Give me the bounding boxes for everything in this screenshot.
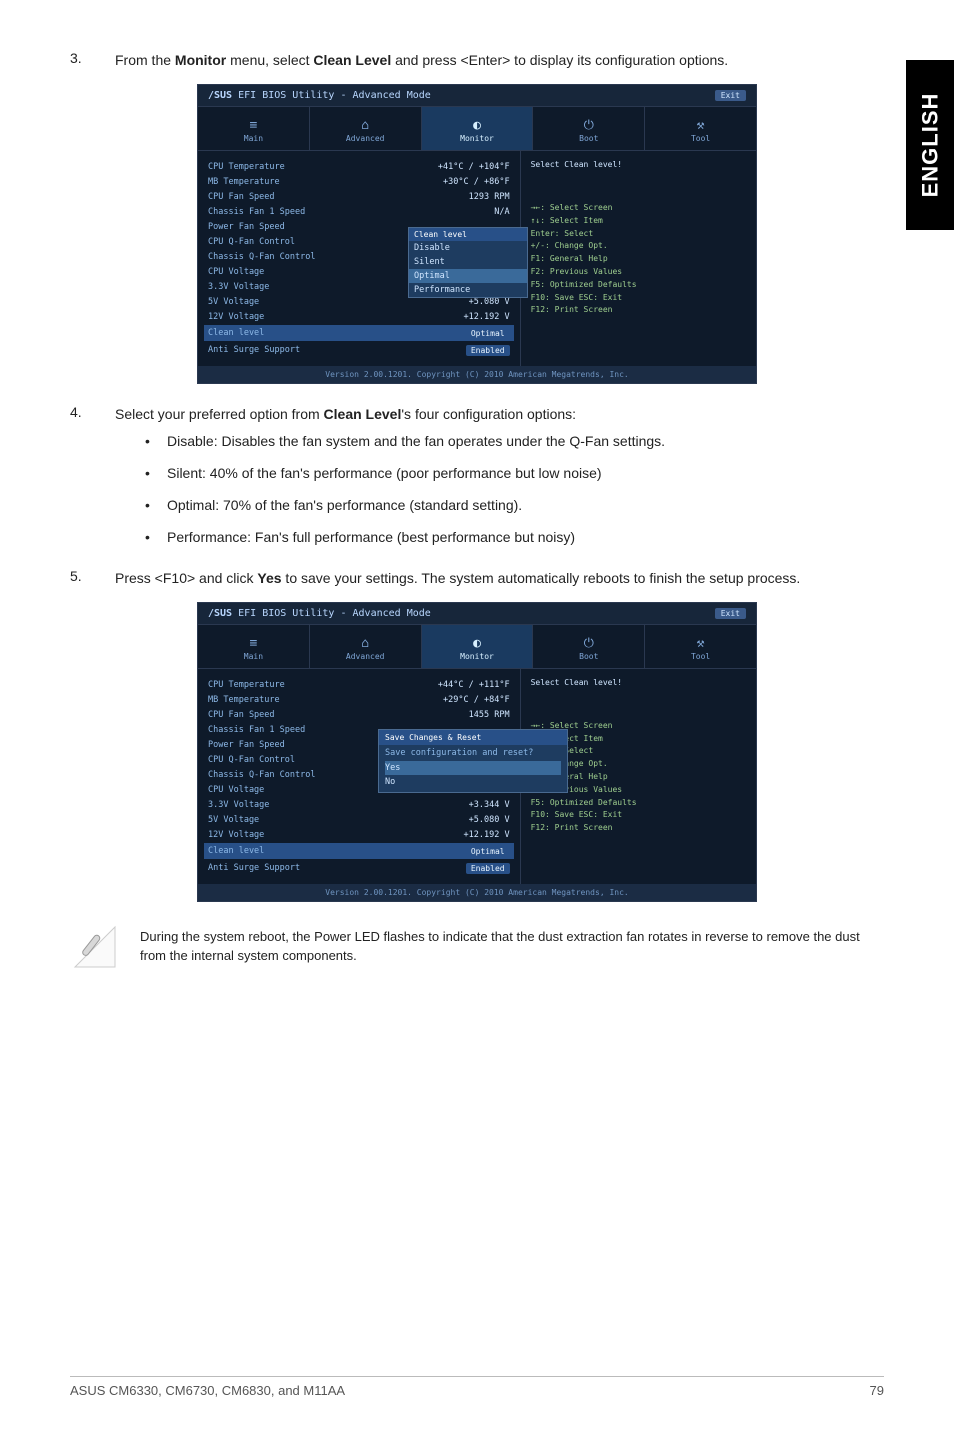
bullet-item: Optimal: 70% of the fan's performance (s… [145, 495, 884, 515]
help-line: F12: Print Screen [531, 822, 746, 835]
bios-row[interactable]: Clean levelOptimal [204, 843, 514, 859]
step-number: 4. [70, 404, 115, 559]
page-number: 79 [870, 1383, 884, 1398]
chip-icon: ⌂ [361, 119, 369, 132]
help-line: F12: Print Screen [531, 304, 746, 317]
dialog-message: Save configuration and reset? [385, 748, 561, 758]
bullet-item: Disable: Disables the fan system and the… [145, 431, 884, 451]
tab-monitor[interactable]: ◐Monitor [422, 625, 534, 668]
gauge-icon: ◐ [473, 119, 481, 132]
bios-screenshot-2: /SUS EFI BIOS Utility - Advanced Mode Ex… [197, 602, 757, 902]
note-callout: During the system reboot, the Power LED … [70, 922, 884, 972]
bullet-item: Performance: Fan's full performance (bes… [145, 527, 884, 547]
step-number: 5. [70, 568, 115, 588]
tool-icon: ⚒ [697, 119, 705, 132]
step-body: Press <F10> and click Yes to save your s… [115, 568, 884, 588]
bios-screenshot-1: /SUS EFI BIOS Utility - Advanced Mode Ex… [197, 84, 757, 384]
bios-header: /SUS EFI BIOS Utility - Advanced Mode Ex… [198, 85, 756, 107]
bios-row: Chassis Fan 1 SpeedN/A [208, 204, 510, 219]
exit-badge: Exit [715, 608, 746, 619]
help-line: →←: Select Screen [531, 202, 746, 215]
tab-main[interactable]: ≡Main [198, 107, 310, 150]
help-line: Enter: Select [531, 228, 746, 241]
gauge-icon: ◐ [473, 637, 481, 650]
bios-row: MB Temperature+30°C / +86°F [208, 174, 510, 189]
bios-row: CPU Fan Speed1293 RPM [208, 189, 510, 204]
tab-monitor[interactable]: ◐Monitor [422, 107, 534, 150]
tab-tool[interactable]: ⚒Tool [645, 625, 756, 668]
bios-row: 12V Voltage+12.192 V [208, 309, 510, 324]
tab-tool[interactable]: ⚒Tool [645, 107, 756, 150]
help-line: F2: Previous Values [531, 266, 746, 279]
bios-header: /SUS EFI BIOS Utility - Advanced Mode Ex… [198, 603, 756, 625]
step-4: 4. Select your preferred option from Cle… [70, 404, 884, 559]
step-body: From the Monitor menu, select Clean Leve… [115, 50, 884, 70]
help-title: Select Clean level! [531, 677, 746, 690]
exit-badge: Exit [715, 90, 746, 101]
pencil-note-icon [70, 922, 120, 972]
bios-row: Anti Surge SupportEnabled [208, 860, 510, 876]
tab-boot[interactable]: ⏻Boot [533, 107, 645, 150]
help-line: F5: Optimized Defaults [531, 279, 746, 292]
step-body: Select your preferred option from Clean … [115, 404, 884, 559]
bios-row: 5V Voltage+5.080 V [208, 812, 510, 827]
bios-left-pane: CPU Temperature+41°C / +104°FMB Temperat… [198, 151, 520, 366]
power-icon: ⏻ [584, 119, 594, 132]
bios-row: CPU Temperature+44°C / +111°F [208, 677, 510, 692]
bios-row: CPU Fan Speed1455 RPM [208, 707, 510, 722]
bios-left-pane: CPU Temperature+44°C / +111°FMB Temperat… [198, 669, 520, 884]
bullet-item: Silent: 40% of the fan's performance (po… [145, 463, 884, 483]
step-number: 3. [70, 50, 115, 70]
bios-row: MB Temperature+29°C / +84°F [208, 692, 510, 707]
tab-advanced[interactable]: ⌂Advanced [310, 625, 422, 668]
bios-row: Anti Surge SupportEnabled [208, 342, 510, 358]
tab-boot[interactable]: ⏻Boot [533, 625, 645, 668]
dialog-option[interactable]: Yes [385, 761, 561, 775]
bios-row[interactable]: Clean levelOptimal [204, 325, 514, 341]
note-text: During the system reboot, the Power LED … [140, 922, 884, 966]
help-title: Select Clean level! [531, 159, 746, 172]
dialog-option[interactable]: No [385, 775, 561, 789]
step-3: 3. From the Monitor menu, select Clean L… [70, 50, 884, 70]
clean-level-dropdown[interactable]: Clean level DisableSilentOptimalPerforma… [408, 227, 528, 298]
bios-version: Version 2.00.1201. Copyright (C) 2010 Am… [198, 366, 756, 383]
save-confirm-dialog: Save Changes & Reset Save configuration … [378, 729, 568, 793]
chip-icon: ⌂ [361, 637, 369, 650]
bios-tabs: ≡Main ⌂Advanced ◐Monitor ⏻Boot ⚒Tool [198, 107, 756, 151]
list-icon: ≡ [249, 637, 257, 650]
bios-row: 12V Voltage+12.192 V [208, 827, 510, 842]
help-line: F1: General Help [531, 253, 746, 266]
dropdown-title: Clean level [409, 228, 527, 241]
footer-model: ASUS CM6330, CM6730, CM6830, and M11AA [70, 1383, 345, 1398]
bios-help-pane: Select Clean level! →←: Select Screen↑↓:… [520, 151, 756, 366]
tab-main[interactable]: ≡Main [198, 625, 310, 668]
tab-advanced[interactable]: ⌂Advanced [310, 107, 422, 150]
power-icon: ⏻ [584, 637, 594, 650]
dropdown-option[interactable]: Optimal [409, 269, 527, 283]
dropdown-option[interactable]: Silent [409, 255, 527, 269]
dropdown-option[interactable]: Disable [409, 241, 527, 255]
tool-icon: ⚒ [697, 637, 705, 650]
step-5: 5. Press <F10> and click Yes to save you… [70, 568, 884, 588]
page-footer: ASUS CM6330, CM6730, CM6830, and M11AA 7… [70, 1376, 884, 1398]
bios-version: Version 2.00.1201. Copyright (C) 2010 Am… [198, 884, 756, 901]
dialog-title: Save Changes & Reset [379, 730, 567, 745]
bios-tabs: ≡Main ⌂Advanced ◐Monitor ⏻Boot ⚒Tool [198, 625, 756, 669]
help-line: F5: Optimized Defaults [531, 797, 746, 810]
dropdown-option[interactable]: Performance [409, 283, 527, 297]
help-line: F10: Save ESC: Exit [531, 292, 746, 305]
bios-row: CPU Temperature+41°C / +104°F [208, 159, 510, 174]
help-line: ↑↓: Select Item [531, 215, 746, 228]
help-line: +/-: Change Opt. [531, 240, 746, 253]
list-icon: ≡ [249, 119, 257, 132]
bios-row: 3.3V Voltage+3.344 V [208, 797, 510, 812]
help-line: F10: Save ESC: Exit [531, 809, 746, 822]
